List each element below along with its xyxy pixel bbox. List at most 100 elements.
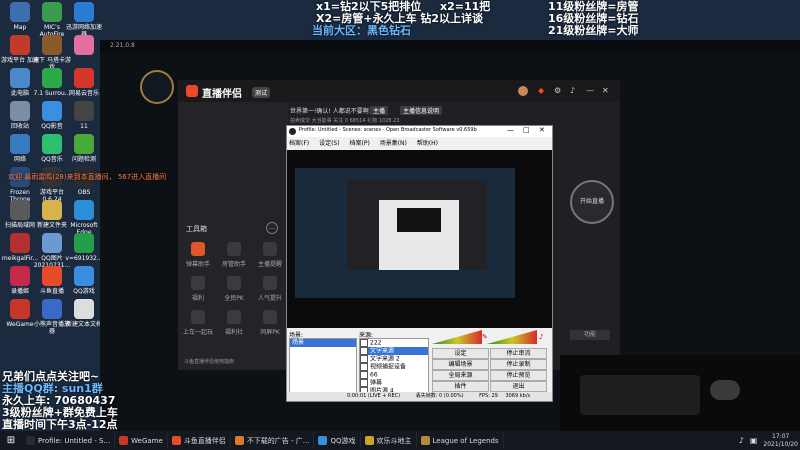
desktop-icon[interactable]: Microsoft Edge [64, 200, 104, 236]
source-checkbox[interactable] [360, 379, 368, 387]
obs-menu-4[interactable]: 帮助(H) [417, 140, 438, 147]
source-item[interactable]: 视频捕捉设备 [360, 363, 428, 371]
source-item[interactable]: 文字来源 [360, 347, 428, 355]
source-label: 视频捕捉设备 [370, 363, 407, 371]
system-tray: ♪ ▣ 17:07 2021/10/20 [739, 431, 798, 450]
taskbar-item[interactable]: 斗鱼直播伴侣 [168, 432, 231, 449]
tag-host[interactable]: 主播 [370, 106, 389, 115]
tool-item[interactable]: 人气提升 [250, 276, 290, 302]
source-item[interactable]: 弹幕 [360, 379, 428, 387]
desktop-icon[interactable]: 新建文本文档 [64, 299, 104, 328]
tool-label: 同屏PK [260, 329, 280, 336]
speaker-icon[interactable]: ♪ [539, 333, 543, 341]
desktop-volume-meter[interactable] [487, 330, 537, 344]
network-icon[interactable]: ▣ [750, 436, 758, 445]
tool-item[interactable]: 弹幕助手 [178, 242, 218, 268]
obs-maximize-icon[interactable]: □ [523, 126, 530, 134]
exit-btn[interactable]: 退出 [490, 381, 547, 392]
go-live-button[interactable]: 开始直播 [570, 180, 614, 224]
avatar[interactable] [518, 86, 528, 96]
tag-info[interactable]: 主播信息说明 [400, 106, 443, 115]
obs-statusbar: 0:00:01 (LIVE + REC) 丢失帧数: 0 (0.00%) FPS… [287, 392, 552, 401]
minimize-icon[interactable]: — [586, 86, 594, 95]
scenes-list[interactable]: 场景 [289, 338, 357, 394]
source-checkbox[interactable] [360, 355, 368, 363]
taskbar-item[interactable]: Profile: Untitled - S... [22, 432, 116, 449]
source-checkbox[interactable] [360, 339, 368, 347]
tool-icon [227, 276, 241, 290]
taskbar-item[interactable]: QQ游戏 [314, 432, 361, 449]
overlay-fan-3-text: 21级粉丝牌=大师 [548, 24, 639, 37]
obs-menu-0[interactable]: 档案(F) [289, 140, 309, 147]
settings-icon[interactable]: ⚙ [554, 86, 561, 95]
overlay-line: 直播时间下午3点-12点 [2, 418, 118, 431]
source-item[interactable]: 文字来源 2 [360, 355, 428, 363]
edit-scene-btn[interactable]: 编辑场景 [432, 359, 489, 370]
overlay-region: 当前大区：黑色钻石 [312, 24, 411, 38]
tool-item[interactable]: 福利 [178, 276, 218, 302]
tool-item[interactable]: 上车一起玩 [178, 310, 218, 336]
taskbar-item[interactable]: League of Legends [417, 432, 504, 449]
source-item[interactable]: 222 [360, 339, 428, 347]
tool-item[interactable]: 房管助手 [214, 242, 254, 268]
clock[interactable]: 17:07 2021/10/20 [763, 433, 798, 449]
settings-btn[interactable]: 设定 [432, 348, 489, 359]
stop-preview-btn[interactable]: 停止预览 [490, 370, 547, 381]
desktop-icon[interactable]: 网易云音乐 [64, 68, 104, 97]
stat-1: 拍卖成交 [290, 118, 311, 124]
plugins-btn[interactable]: 插件 [432, 381, 489, 392]
desktop-icon[interactable] [64, 35, 104, 57]
obs-preview [287, 150, 552, 328]
tool-icon [263, 310, 277, 324]
obs-title: Profile: Untitled - Scenes: scenes - Ope… [299, 127, 477, 133]
app-icon [42, 68, 62, 88]
taskbar-item[interactable]: 不下载的广告 - 广... [231, 432, 315, 449]
sources-list[interactable]: 222 文字来源 文字来源 2 视频捕捉设备 66 弹幕 图片源 4 [359, 338, 429, 394]
mic-volume-meter[interactable] [432, 330, 482, 344]
scene-item-0[interactable]: 场景 [290, 339, 356, 347]
more-icon[interactable]: … [266, 222, 278, 234]
desktop-icon[interactable]: 问题检测 [64, 134, 104, 163]
desktop-icon[interactable]: 11 [64, 101, 104, 130]
keyboard-image [580, 375, 700, 415]
global-sources-btn[interactable]: 全局来源 [432, 370, 489, 381]
taskbar-item-label: WeGame [131, 436, 163, 445]
volume-icon[interactable]: ♪ [739, 436, 744, 445]
gift-icon[interactable]: ◆ [538, 86, 544, 95]
tool-label: 主播提醒 [257, 261, 282, 268]
source-label: 222 [370, 339, 382, 347]
source-checkbox[interactable] [360, 347, 368, 355]
obs-close-icon[interactable]: ✕ [539, 126, 545, 134]
source-checkbox[interactable] [360, 363, 368, 371]
taskbar-app-icon [171, 436, 181, 445]
settings-button[interactable]: 功能 [570, 330, 610, 340]
taskbar-item[interactable]: 欢乐斗地主 [361, 432, 417, 449]
mic-icon[interactable]: ✎ [482, 333, 488, 341]
toolbox-title: 工具箱 [186, 225, 207, 233]
source-item[interactable]: 66 [360, 371, 428, 379]
obs-minimize-icon[interactable]: — [507, 126, 514, 134]
tool-item[interactable]: 主播提醒 [250, 242, 290, 268]
tool-icon [263, 242, 277, 256]
stat-5: 礼物 [367, 118, 378, 124]
desktop-icon[interactable]: 迅游网络加速器 [64, 2, 104, 38]
taskbar-item[interactable]: WeGame [115, 432, 168, 449]
app-icon [42, 266, 62, 286]
tool-icon [191, 242, 205, 256]
obs-menu-1[interactable]: 设定(S) [319, 140, 340, 147]
obs-menu-3[interactable]: 场景集(N) [380, 140, 407, 147]
desktop-icon[interactable]: v=691932... [64, 233, 104, 262]
promo-text: 世界第一!确认! 人都说不要啊！ [290, 108, 375, 115]
close-icon[interactable]: ✕ [602, 86, 609, 95]
obs-menu-2[interactable]: 档案(P) [349, 140, 369, 147]
bell-icon[interactable]: ♪ [570, 86, 575, 95]
stop-stream-btn[interactable]: 停止串流 [490, 348, 547, 359]
desktop-icon[interactable]: QQ游戏 [64, 266, 104, 295]
stop-record-btn[interactable]: 停止录制 [490, 359, 547, 370]
start-icon[interactable]: ⊞ [0, 431, 22, 450]
tool-item[interactable]: 全民PK [214, 276, 254, 302]
source-checkbox[interactable] [360, 371, 368, 379]
tool-item[interactable]: 福利社 [214, 310, 254, 336]
tool-item[interactable]: 同屏PK [250, 310, 290, 336]
douyu-footer[interactable]: 斗鱼直播伴侣使用指南 [184, 358, 234, 365]
